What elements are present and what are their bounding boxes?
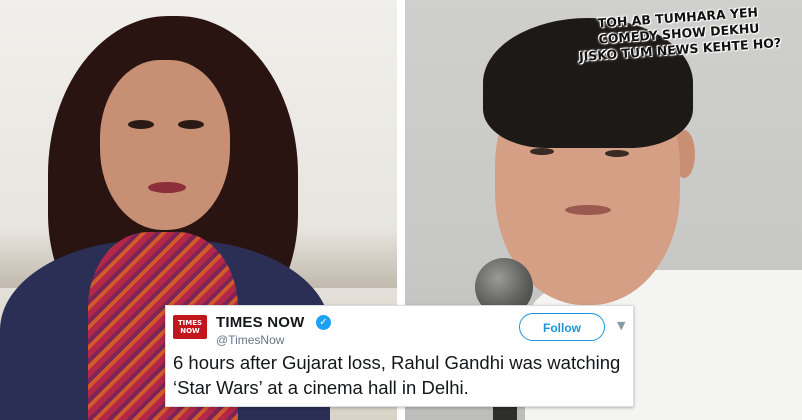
man-left-eye: [530, 148, 554, 155]
woman-right-eye: [178, 120, 204, 129]
times-now-logo[interactable]: TIMES NOW: [173, 315, 207, 339]
chevron-down-icon[interactable]: ▼: [617, 319, 625, 332]
logo-text-top: TIMES: [177, 319, 203, 327]
tweet-card: TIMES NOW TIMES NOW ✓ @TimesNow Follow ▼…: [165, 305, 634, 407]
tweet-account-name[interactable]: TIMES NOW: [216, 314, 304, 331]
man-right-eye: [605, 150, 629, 157]
tweet-text: 6 hours after Gujarat loss, Rahul Gandhi…: [173, 352, 621, 398]
tweet-handle[interactable]: @TimesNow: [216, 333, 284, 347]
woman-lips: [148, 182, 186, 193]
verified-badge-icon: ✓: [316, 315, 331, 330]
follow-button[interactable]: Follow: [519, 313, 605, 341]
man-mouth: [565, 205, 611, 215]
logo-text-bottom: NOW: [180, 327, 200, 335]
woman-left-eye: [128, 120, 154, 129]
woman-face: [100, 60, 230, 230]
